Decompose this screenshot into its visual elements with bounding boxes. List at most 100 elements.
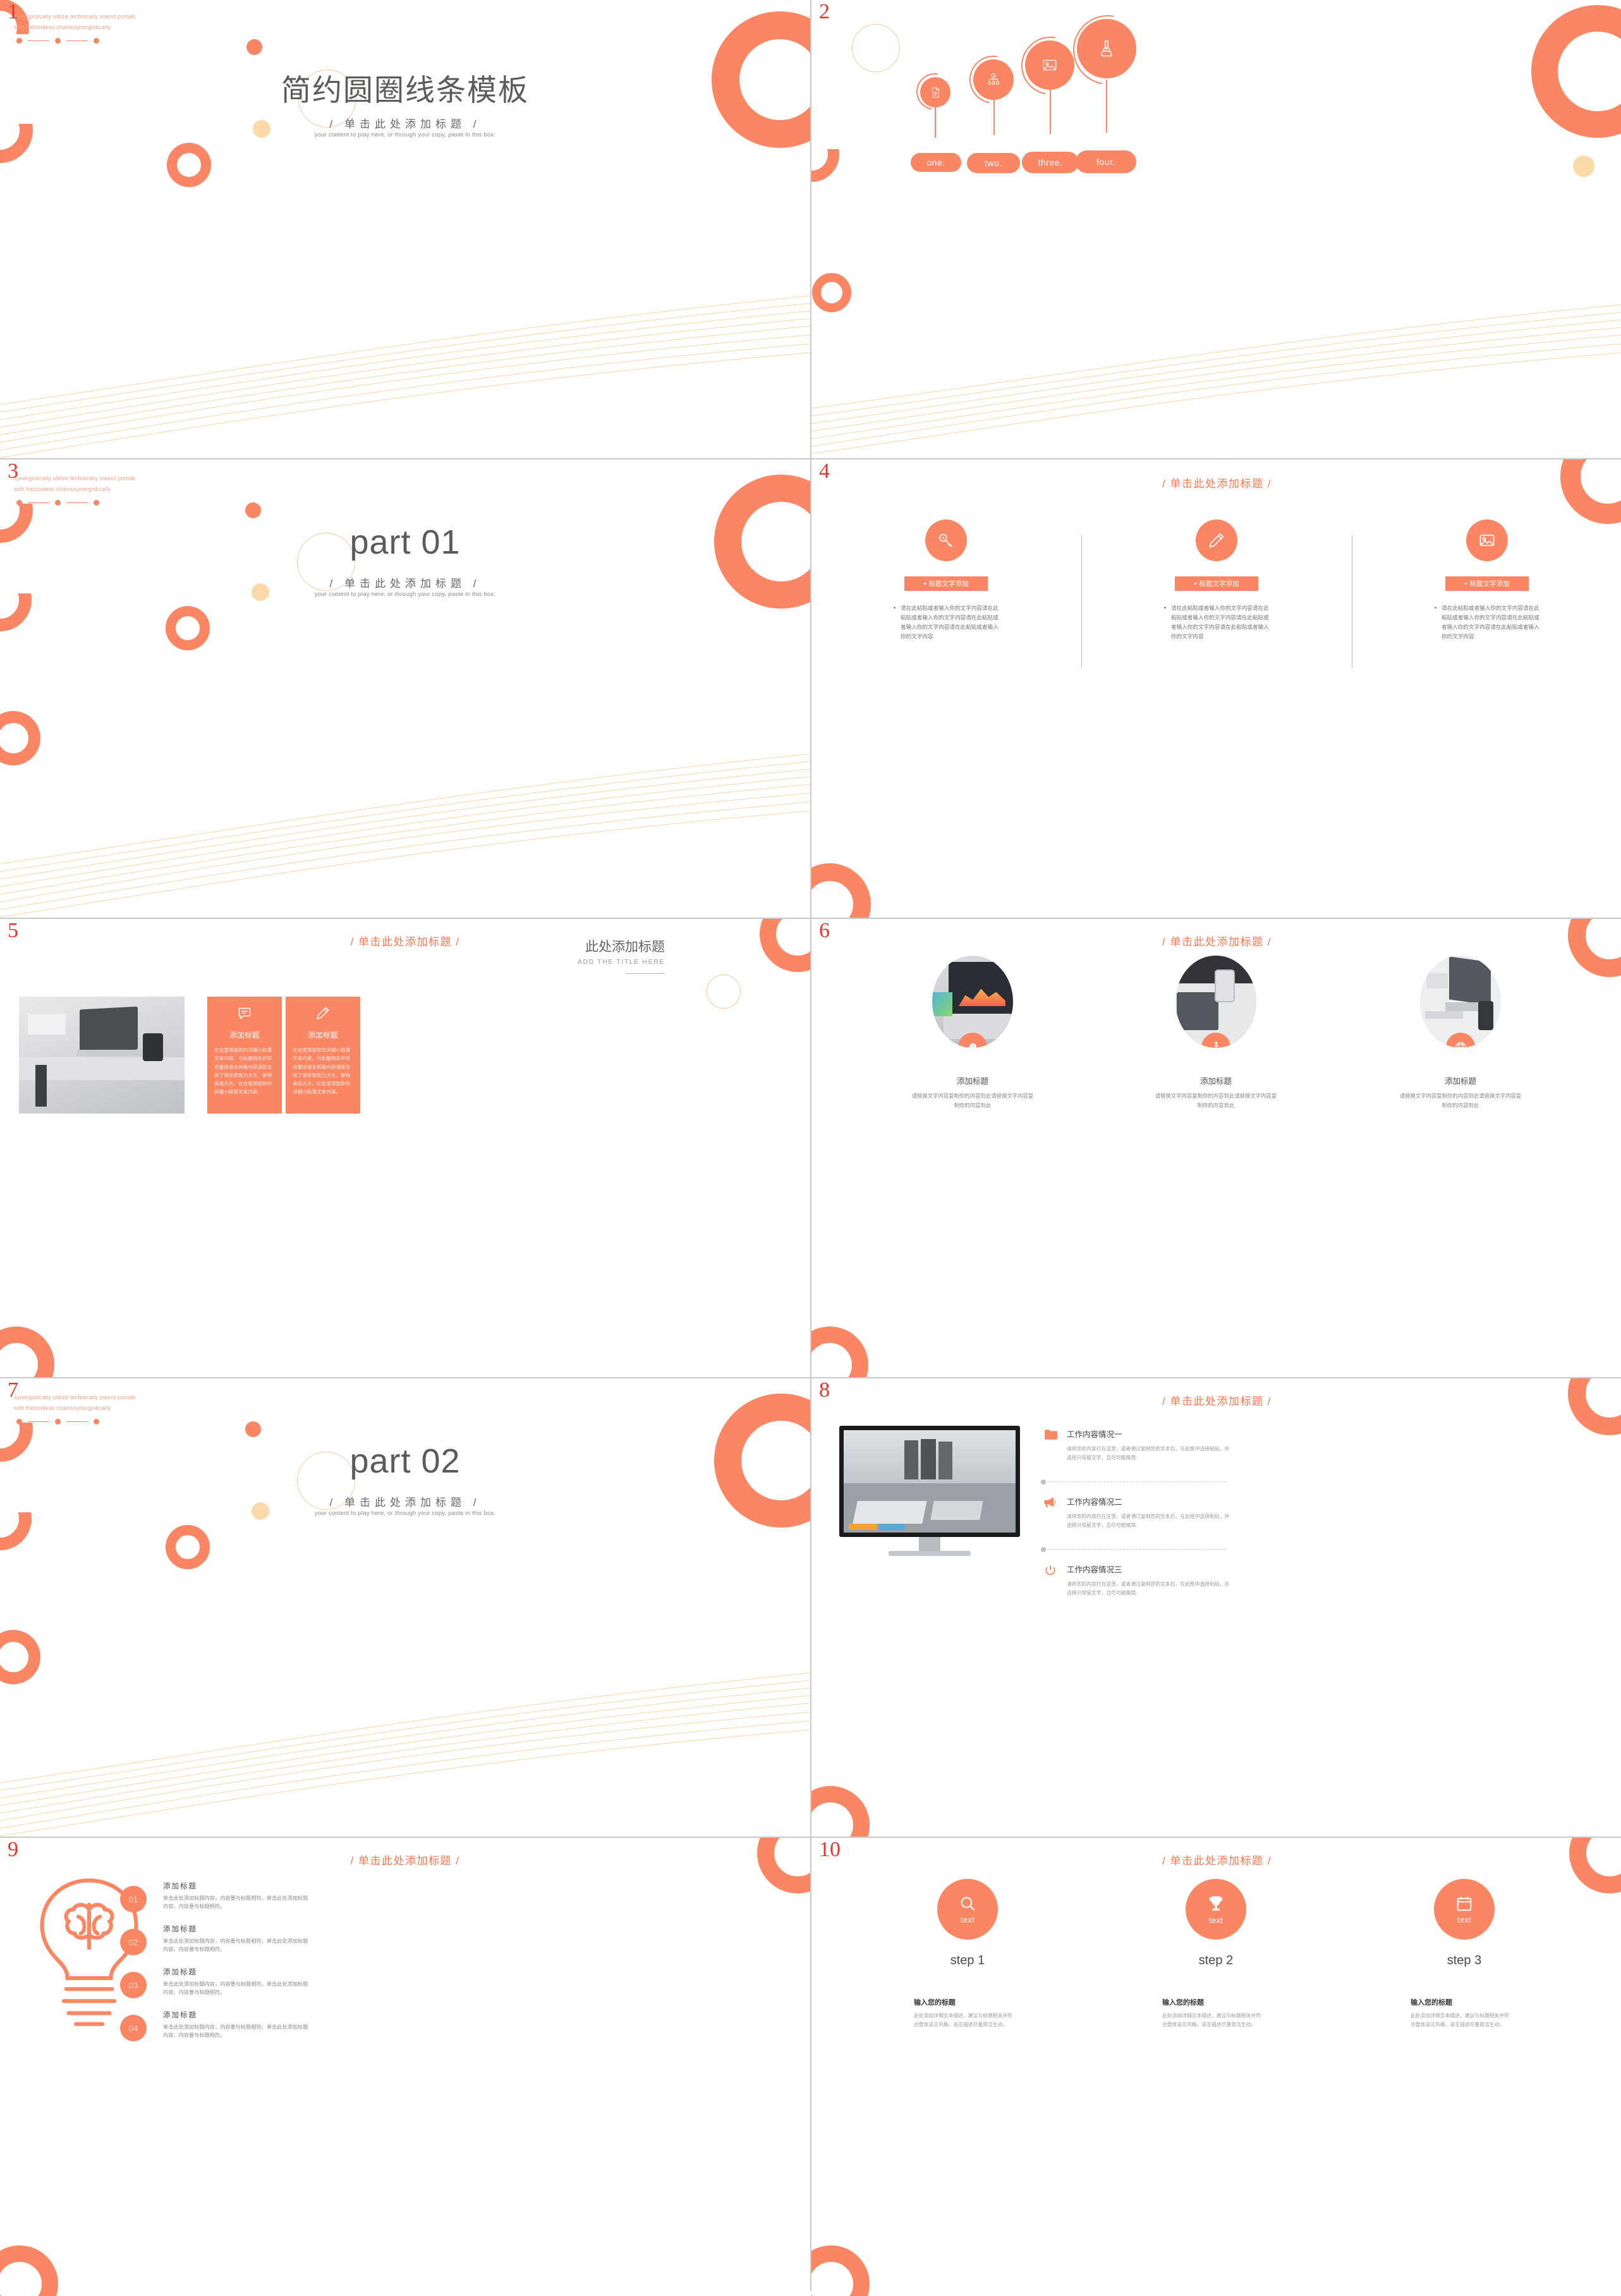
feature-tag[interactable]: 标题文字添加 xyxy=(1175,576,1258,591)
numbered-item-3[interactable]: 03 添加标题 单击此处添加标题内容，内容要与标题相符。单击此处添加标题内容，内… xyxy=(120,1967,308,1998)
pill-label-4[interactable]: four. xyxy=(1076,150,1136,173)
feature-tag-label: 标题文字添加 xyxy=(928,580,969,588)
feature-tag[interactable]: 标题文字添加 xyxy=(1445,576,1529,591)
image-icon xyxy=(1479,534,1495,547)
ring-decoration-top-right xyxy=(1560,459,1621,524)
item-number: 01 xyxy=(120,1886,147,1912)
step-body: 此处添加详细文本描述，建议与标题相关并符合整体语言风格，语言描述尽量简洁生动。 xyxy=(1411,2013,1509,2028)
card-title: 添加标题 xyxy=(307,1031,338,1040)
thin-ring-decoration xyxy=(852,24,900,72)
bubble-2[interactable] xyxy=(973,59,1014,100)
key-icon-badge xyxy=(925,519,967,561)
numbered-item-2[interactable]: 02 添加标题 单击此处添加标题内容，内容要与标题相符。单击此处添加标题内容，内… xyxy=(120,1924,308,1955)
circle-label: text xyxy=(1208,1915,1223,1925)
half-ring-decoration-left-b xyxy=(0,593,32,631)
desk-photo xyxy=(19,997,185,1114)
ring-decoration-bottom-left xyxy=(811,2245,870,2296)
step-circle-3[interactable]: text xyxy=(1434,1879,1495,1940)
ring-decoration-bottom-left xyxy=(0,2245,58,2296)
numbered-item-1[interactable]: 01 添加标题 单击此处添加标题内容，内容要与标题相符。单击此处添加标题内容，内… xyxy=(120,1881,308,1912)
step-column-3[interactable]: text step 3 输入您的标题 此处添加详细文本描述，建议与标题相关并符合… xyxy=(1392,1879,1537,2030)
bubble-1[interactable] xyxy=(920,77,950,107)
section-english-line: your content to play here, or through yo… xyxy=(314,1510,496,1517)
info-card-2[interactable]: 添加标题 在这里添加你的详细小段落文本内容，与标题相关并符合整体语言风格内容请简… xyxy=(286,997,360,1114)
item-title: 添加标题 xyxy=(163,1969,197,1976)
row-title: 工作内容情况一 xyxy=(1067,1430,1122,1439)
calendar-icon xyxy=(1457,1896,1472,1910)
pill-label-2[interactable]: two. xyxy=(967,153,1020,173)
media-column-3[interactable]: 添加标题 请替换文字内容复制你的内容到此请替换文字内容复制你的内容到此 xyxy=(1388,956,1533,1110)
step-circle-1[interactable]: text xyxy=(937,1879,998,1940)
media-title: 添加标题 xyxy=(956,1077,988,1086)
column-divider-1 xyxy=(1081,535,1082,668)
monitor-mockup xyxy=(839,1426,1020,1556)
content-row-2[interactable]: 工作内容情况二 请将您的内容打在这里，或者通过复制您的文本后，在此框中选择粘贴，… xyxy=(1044,1495,1234,1531)
dot-line-decoration xyxy=(16,38,99,44)
meeting-photo xyxy=(844,1430,1016,1533)
step-body: 此处添加详细文本描述，建议与标题相关并符合整体语言风格，语言描述尽量简洁生动。 xyxy=(1162,2013,1261,2028)
slide-1[interactable]: 1 synergistically utilize technically so… xyxy=(0,0,810,458)
ring-decoration-bottom-left xyxy=(0,1327,54,1377)
feature-tag[interactable]: 标题文字添加 xyxy=(904,576,988,591)
pill-label-1[interactable]: one. xyxy=(911,153,961,172)
dot-decoration xyxy=(245,502,261,518)
title-rule xyxy=(626,973,665,974)
small-ring-decoration xyxy=(166,1525,210,1569)
slide-4[interactable]: 4 / 单击此处添加标题 / 标题文字添加 请在此粘贴或者输入你的文字内容请在此… xyxy=(811,459,1621,918)
media-body: 请替换文字内容复制你的内容到此请替换文字内容复制你的内容到此 xyxy=(1155,1093,1277,1109)
feature-column-1[interactable]: 标题文字添加 请在此粘贴或者输入你的文字内容请在此粘贴或者输入你的文字内容请在此… xyxy=(890,519,1002,641)
content-row-3[interactable]: 工作内容情况三 请将您的内容打在这里，或者通过复制您的文本后，在此框中选择粘贴，… xyxy=(1044,1563,1234,1598)
slide-heading: / 单击此处添加标题 / xyxy=(1162,1855,1272,1867)
step-column-1[interactable]: text step 1 输入您的标题 此处添加详细文本描述，建议与标题相关并符合… xyxy=(895,1879,1040,2030)
dot-decoration xyxy=(246,39,262,55)
ring-decoration-bottom-left xyxy=(0,711,40,765)
media-column-2[interactable]: 添加标题 请替换文字内容复制你的内容到此请替换文字内容复制你的内容到此 xyxy=(1143,956,1289,1110)
org-people-icon xyxy=(1214,1041,1218,1048)
pencil-icon-badge xyxy=(1196,519,1237,561)
pill-label-3[interactable]: three. xyxy=(1022,152,1079,173)
section-title: part 02 xyxy=(349,1442,461,1480)
step-column-2[interactable]: text step 2 输入您的标题 此处添加详细文本描述，建议与标题相关并符合… xyxy=(1143,1879,1289,2030)
bubble-3[interactable] xyxy=(1025,40,1074,90)
sitemap-icon xyxy=(987,73,1000,85)
card-body: 在这里添加你的详细小段落文本内容，与标题相关并符合整体语言风格内容请简洁明了保存… xyxy=(214,1047,272,1095)
slide-heading: / 单击此处添加标题 / xyxy=(350,936,460,948)
slide-9[interactable]: 9 / 单击此处添加标题 / 01 添加标题 单击此处添加标题内容，内容要与标题… xyxy=(0,1838,810,2296)
slide-5[interactable]: 5 / 单击此处添加标题 / 此处添加标题 ADD THE TITLE HERE… xyxy=(0,919,810,1377)
media-title: 添加标题 xyxy=(1199,1077,1232,1086)
wave-lines-decoration xyxy=(811,304,1621,454)
feature-column-2[interactable]: 标题文字添加 请在此粘贴或者输入你的文字内容请在此粘贴或者输入你的文字内容请在此… xyxy=(1161,519,1272,641)
feature-column-3[interactable]: 标题文字添加 请在此粘贴或者输入你的文字内容请在此粘贴或者输入你的文字内容请在此… xyxy=(1431,519,1543,641)
slide-3[interactable]: 3 synergistically utilize technically so… xyxy=(0,459,810,918)
power-icon-wrap xyxy=(1044,1564,1058,1577)
row-body: 请将您的内容打在这里，或者通过复制您的文本后，在此框中选择粘贴，并选择只保留文字… xyxy=(1067,1514,1230,1529)
step-label: step 2 xyxy=(1198,1953,1234,1967)
content-row-1[interactable]: 工作内容情况一 请将您的内容打在这里，或者通过复制您的文本后，在此框中选择粘贴，… xyxy=(1044,1428,1234,1463)
slide-number: 9 xyxy=(8,1838,18,1861)
section-subtitle: / 单击此处添加标题 / xyxy=(329,578,481,590)
card-title: 添加标题 xyxy=(229,1031,260,1040)
numbered-item-4[interactable]: 04 添加标题 单击此处添加标题内容，内容要与标题相符。单击此处添加标题内容，内… xyxy=(120,2010,308,2041)
ring-decoration-bottom-left xyxy=(811,863,871,918)
step-circle-2[interactable]: text xyxy=(1186,1879,1246,1940)
row-separator-1 xyxy=(1041,1479,1226,1485)
slide-10[interactable]: 10 / 单击此处添加标题 / text step 1 输入您的标题 此处添加详… xyxy=(811,1838,1621,2296)
ring-decoration-bottom-left xyxy=(811,1786,870,1837)
bubble-4[interactable] xyxy=(1077,19,1136,78)
info-card-1[interactable]: 添加标题 在这里添加你的详细小段落文本内容，与标题相关并符合整体语言风格内容请简… xyxy=(207,997,282,1114)
monitor-screen xyxy=(839,1426,1020,1537)
slide-7[interactable]: 7 synergistically utilize technically so… xyxy=(0,1378,810,1837)
slide-2[interactable]: 2 one. two. three. four. xyxy=(811,0,1621,458)
item-title: 添加标题 xyxy=(163,1883,197,1890)
decorative-english-text: synergistically utilize technically soun… xyxy=(14,475,136,493)
slide-6[interactable]: 6 / 单击此处添加标题 / ? 添加标题 请替换文字内容复制你的内容到此请替换… xyxy=(811,919,1621,1377)
image-icon xyxy=(1043,59,1057,71)
comment-icon xyxy=(238,1007,251,1020)
step-title: 输入您的标题 xyxy=(1162,1999,1204,2007)
media-column-1[interactable]: ? 添加标题 请替换文字内容复制你的内容到此请替换文字内容复制你的内容到此 xyxy=(900,956,1045,1110)
item-number: 02 xyxy=(120,1929,147,1955)
half-ring-decoration-left-b xyxy=(0,1512,32,1550)
dot-decoration xyxy=(245,1421,261,1437)
slide-8[interactable]: 8 / 单击此处添加标题 / 工作内容情况一 请将您的内容打在这里，或者通过复制… xyxy=(811,1378,1621,1837)
section-subtitle: / 单击此处添加标题 / xyxy=(329,1497,481,1509)
